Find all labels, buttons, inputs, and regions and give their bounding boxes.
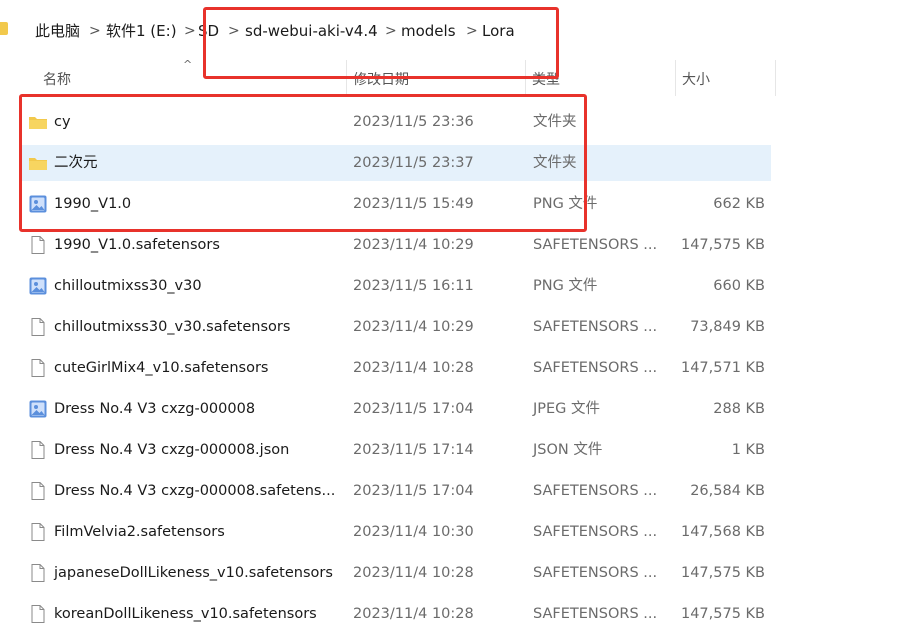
file-modified-date: 2023/11/4 10:28 (353, 606, 474, 622)
document-file-icon (28, 358, 48, 378)
file-size: 288 KB (713, 401, 765, 417)
image-file-icon (28, 399, 48, 419)
document-file-icon (28, 440, 48, 460)
file-size: 147,568 KB (680, 524, 765, 540)
file-type: JPEG 文件 (533, 401, 601, 417)
file-type: SAFETENSORS ... (533, 565, 658, 581)
file-size: 26,584 KB (690, 483, 765, 499)
file-modified-date: 2023/11/5 17:04 (353, 401, 474, 417)
file-type: SAFETENSORS ... (533, 606, 658, 622)
file-type: SAFETENSORS ... (533, 237, 658, 253)
document-file-icon (28, 317, 48, 337)
breadcrumb-item-drive[interactable]: 软件1 (E:) (106, 21, 177, 41)
file-size: 147,575 KB (680, 606, 765, 622)
file-name: Dress No.4 V3 cxzg-000008.safetens... (54, 483, 336, 499)
file-size: 147,575 KB (680, 237, 765, 253)
annotation-box-files (19, 94, 587, 232)
file-type: PNG 文件 (533, 278, 598, 294)
column-divider[interactable] (675, 60, 676, 96)
document-file-icon (28, 235, 48, 255)
file-size: 147,575 KB (680, 565, 765, 581)
file-row[interactable]: FilmVelvia2.safetensors 2023/11/4 10:30 SA… (20, 514, 771, 550)
file-modified-date: 2023/11/4 10:28 (353, 565, 474, 581)
sort-ascending-icon: ^ (183, 58, 193, 71)
folder-icon (0, 22, 8, 35)
column-header-name[interactable]: 名称 (43, 70, 71, 90)
column-divider[interactable] (775, 60, 776, 96)
file-size: 1 KB (731, 442, 765, 458)
column-header-size[interactable]: 大小 (682, 70, 710, 90)
file-name: chilloutmixss30_v30.safetensors (54, 319, 291, 335)
file-name: Dress No.4 V3 cxzg-000008 (54, 401, 256, 417)
file-name: Dress No.4 V3 cxzg-000008.json (54, 442, 290, 458)
file-row[interactable]: Dress No.4 V3 cxzg-000008.json 2023/11/5 … (20, 432, 771, 468)
file-type: SAFETENSORS ... (533, 319, 658, 335)
file-modified-date: 2023/11/4 10:30 (353, 524, 474, 540)
file-row[interactable]: koreanDollLikeness_v10.safetensors 2023/1… (20, 596, 771, 632)
annotation-box-path (203, 7, 559, 79)
file-type: SAFETENSORS ... (533, 360, 658, 376)
breadcrumb-separator[interactable]: > (184, 21, 196, 41)
file-row[interactable]: cuteGirlMix4_v10.safetensors 2023/11/4 10… (20, 350, 771, 386)
file-modified-date: 2023/11/5 17:04 (353, 483, 474, 499)
file-name: chilloutmixss30_v30 (54, 278, 202, 294)
document-file-icon (28, 604, 48, 624)
file-modified-date: 2023/11/5 17:14 (353, 442, 474, 458)
file-row[interactable]: Dress No.4 V3 cxzg-000008.safetens... 202… (20, 473, 771, 509)
file-type: SAFETENSORS ... (533, 524, 658, 540)
file-modified-date: 2023/11/5 16:11 (353, 278, 474, 294)
file-name: 1990_V1.0.safetensors (54, 237, 220, 253)
file-type: SAFETENSORS ... (533, 483, 658, 499)
file-modified-date: 2023/11/4 10:29 (353, 319, 474, 335)
image-file-icon (28, 276, 48, 296)
file-row[interactable]: Dress No.4 V3 cxzg-000008 2023/11/5 17:04… (20, 391, 771, 427)
file-row[interactable]: japaneseDollLikeness_v10.safetensors 2023… (20, 555, 771, 591)
file-row[interactable]: chilloutmixss30_v30 2023/11/5 16:11 PNG 文件… (20, 268, 771, 304)
breadcrumb-item-this-pc[interactable]: 此电脑 (35, 21, 80, 41)
file-modified-date: 2023/11/4 10:28 (353, 360, 474, 376)
breadcrumb-separator[interactable]: > (89, 21, 101, 41)
file-type: JSON 文件 (533, 442, 603, 458)
file-row[interactable]: chilloutmixss30_v30.safetensors 2023/11/4… (20, 309, 771, 345)
file-name: cuteGirlMix4_v10.safetensors (54, 360, 269, 376)
file-size: 147,571 KB (680, 360, 765, 376)
document-file-icon (28, 481, 48, 501)
document-file-icon (28, 563, 48, 583)
file-size: 73,849 KB (690, 319, 765, 335)
file-size: 660 KB (713, 278, 765, 294)
file-modified-date: 2023/11/4 10:29 (353, 237, 474, 253)
file-row[interactable]: 1990_V1.0.safetensors 2023/11/4 10:29 SAFE… (20, 227, 771, 263)
file-name: koreanDollLikeness_v10.safetensors (54, 606, 317, 622)
document-file-icon (28, 522, 48, 542)
file-name: FilmVelvia2.safetensors (54, 524, 225, 540)
file-size: 662 KB (713, 196, 765, 212)
file-name: japaneseDollLikeness_v10.safetensors (54, 565, 333, 581)
